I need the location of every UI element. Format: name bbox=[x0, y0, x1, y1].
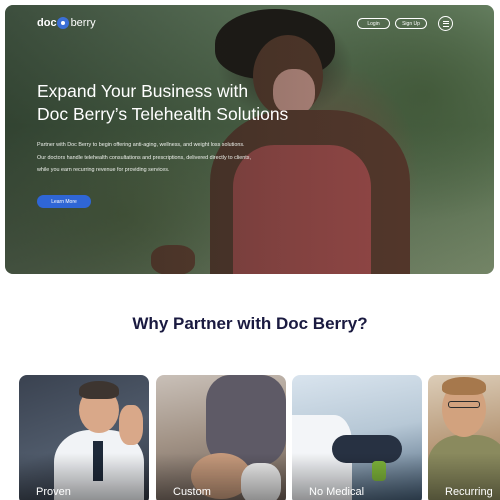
hero-description: Partner with Doc Berry to begin offering… bbox=[37, 139, 327, 177]
card-label: No Medical bbox=[309, 486, 365, 498]
section-title: Why Partner with Doc Berry? bbox=[132, 314, 368, 333]
hero-title-line-2: Doc Berry’s Telehealth Solutions bbox=[37, 104, 289, 124]
login-button[interactable]: Login bbox=[357, 18, 390, 29]
feature-card-recurring[interactable]: Recurring bbox=[428, 375, 500, 500]
feature-card-no-medical[interactable]: No Medical bbox=[292, 375, 422, 500]
menu-line bbox=[442, 20, 449, 22]
learn-more-button[interactable]: Learn More bbox=[37, 195, 91, 208]
signup-button[interactable]: Sign Up bbox=[395, 18, 427, 29]
menu-line bbox=[442, 25, 449, 27]
card-overlay bbox=[428, 375, 500, 500]
feature-card-proven[interactable]: Proven bbox=[19, 375, 149, 500]
feature-card-custom[interactable]: Custom bbox=[156, 375, 286, 500]
card-label: Custom bbox=[173, 486, 211, 498]
card-overlay bbox=[156, 375, 286, 500]
hero-desc-line-2: Our doctors handle telehealth consultati… bbox=[37, 154, 251, 161]
card-label: Proven bbox=[36, 486, 71, 498]
card-overlay bbox=[292, 375, 422, 500]
menu-line bbox=[442, 23, 449, 24]
hero-desc-line-1: Partner with Doc Berry to begin offering… bbox=[37, 142, 245, 148]
hero-title: Expand Your Business with Doc Berry’s Te… bbox=[37, 80, 337, 126]
hero-title-line-1: Expand Your Business with bbox=[37, 81, 249, 101]
hero-desc-line-3: while you earn recurring revenue for pro… bbox=[37, 167, 170, 173]
logo-text-doc: doc bbox=[37, 17, 57, 29]
logo-mark-icon bbox=[56, 17, 69, 29]
brand-logo[interactable]: doc berry bbox=[37, 16, 96, 30]
card-label: Recurring bbox=[445, 486, 493, 498]
logo-text-berry: berry bbox=[70, 17, 96, 29]
hamburger-icon[interactable] bbox=[438, 16, 453, 31]
card-overlay bbox=[19, 375, 149, 500]
